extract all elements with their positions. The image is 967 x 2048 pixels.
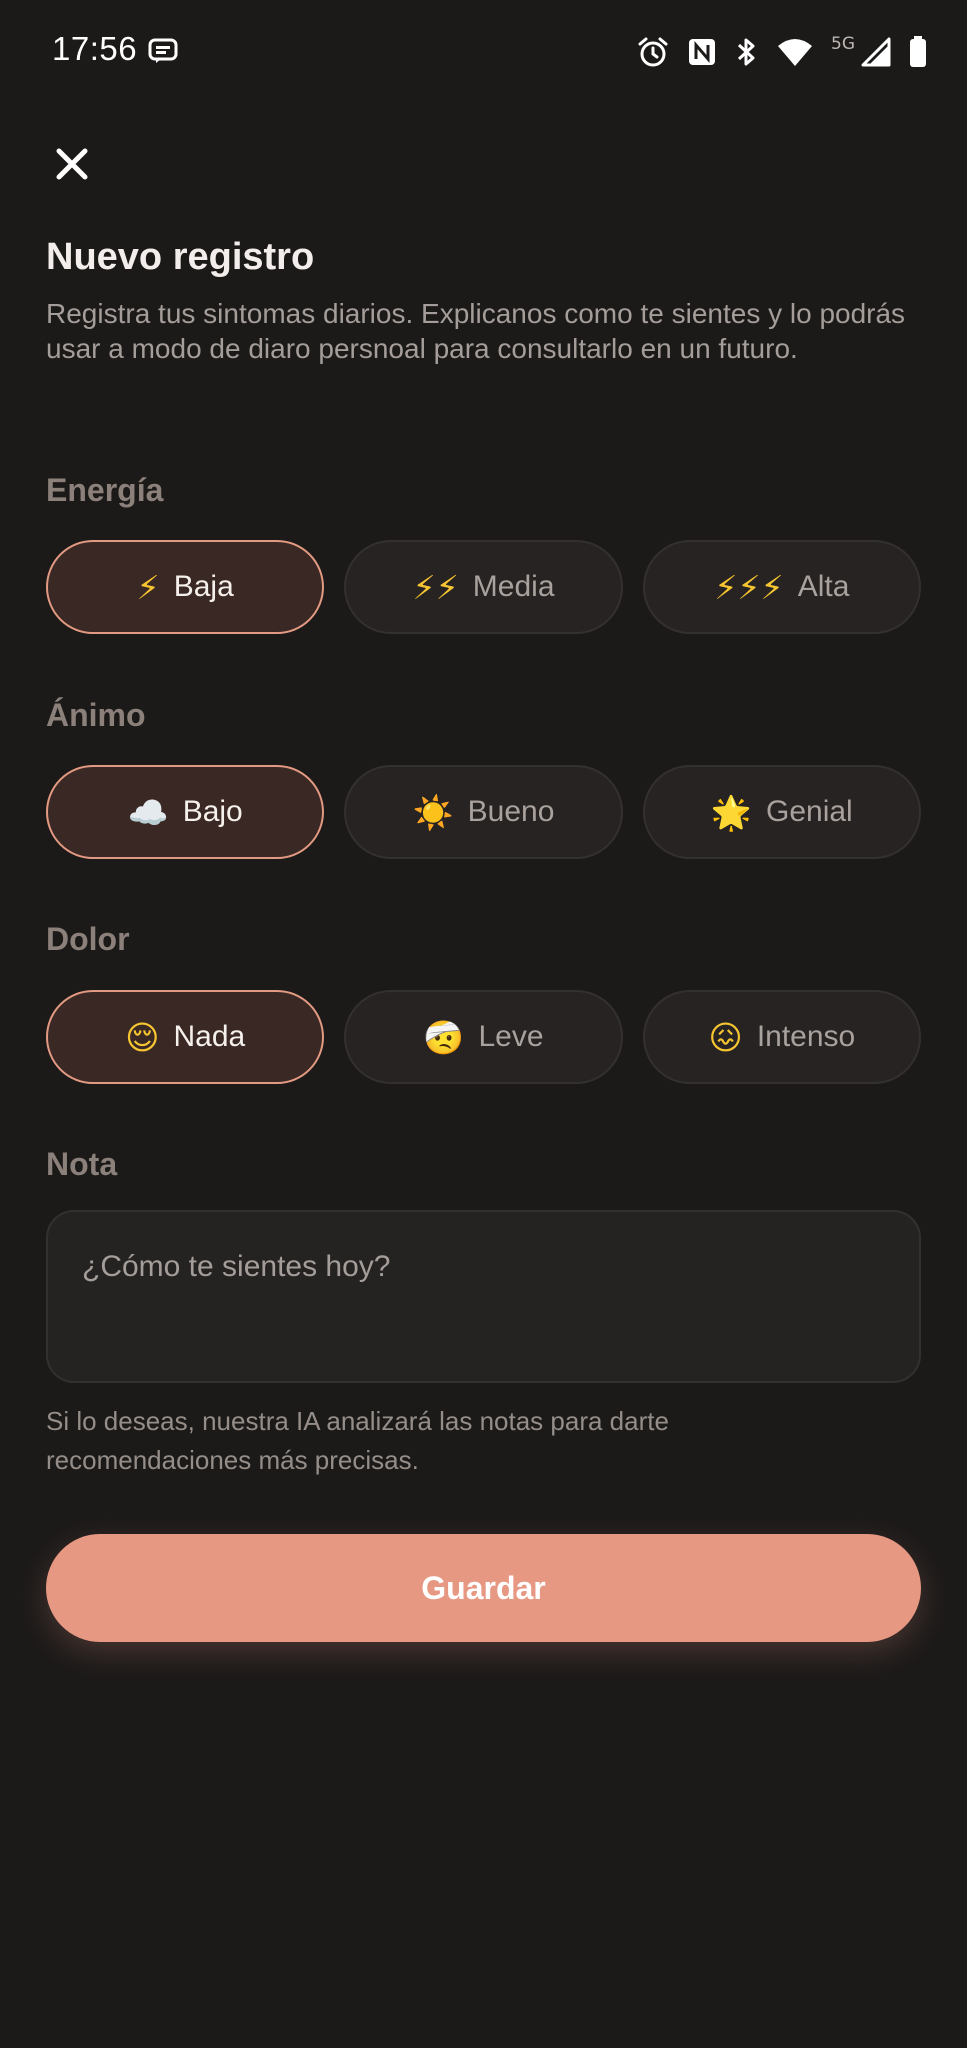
network-type-label: 5G — [831, 34, 855, 54]
energy-options: ⚡ Baja ⚡⚡ Media ⚡⚡⚡ Alta — [46, 540, 921, 634]
option-label: Bajo — [182, 795, 243, 828]
option-label: Intenso — [756, 1020, 856, 1053]
nfc-icon — [689, 39, 715, 65]
option-label: Leve — [478, 1020, 544, 1053]
save-button-label: Guardar — [421, 1569, 546, 1606]
mood-options: ☁️ Bajo ☀️ Bueno 🌟 Genial — [46, 765, 921, 859]
option-label: Bueno — [467, 795, 555, 828]
energy-label: Energía — [46, 472, 164, 508]
note-label: Nota — [46, 1146, 118, 1182]
status-icons: 5G — [637, 32, 927, 72]
status-time: 17:56 — [52, 30, 138, 67]
mood-option-low[interactable]: ☁️ Bajo — [46, 765, 325, 859]
lightning-triple-icon: ⚡⚡⚡ — [714, 567, 784, 607]
note-helper-text: Si lo deseas, nuestra IA analizará las n… — [46, 1406, 669, 1475]
pain-option-none[interactable]: 😌 Nada — [46, 990, 325, 1084]
option-label: Genial — [766, 795, 853, 828]
lightning-icon: ⚡ — [136, 567, 160, 607]
sun-icon: ☀️ — [412, 792, 454, 832]
lightning-double-icon: ⚡⚡ — [412, 567, 459, 607]
note-input[interactable] — [82, 1250, 885, 1343]
relieved-face-icon: 😌 — [125, 1017, 160, 1057]
bluetooth-icon — [737, 38, 755, 66]
energy-option-low[interactable]: ⚡ Baja — [46, 540, 325, 634]
pain-label: Dolor — [46, 921, 130, 957]
signal-icon — [861, 37, 891, 67]
battery-icon — [910, 36, 926, 67]
energy-option-medium[interactable]: ⚡⚡ Media — [344, 540, 623, 634]
pain-option-mild[interactable]: 🤕 Leve — [344, 990, 623, 1084]
mood-label: Ánimo — [46, 697, 146, 733]
alarm-icon — [638, 37, 668, 67]
cloud-icon: ☁️ — [127, 792, 169, 832]
pain-options: 😌 Nada 🤕 Leve 😖 Intenso — [46, 990, 921, 1084]
confounded-face-icon: 😖 — [708, 1017, 743, 1057]
page-subtitle: Registra tus sintomas diarios. Explicano… — [46, 298, 906, 364]
energy-option-high[interactable]: ⚡⚡⚡ Alta — [642, 540, 921, 634]
mood-option-good[interactable]: ☀️ Bueno — [344, 765, 623, 859]
status-bar: 17:56 5G — [0, 0, 967, 104]
pain-option-intense[interactable]: 😖 Intenso — [642, 990, 921, 1084]
option-label: Media — [472, 570, 555, 603]
close-icon — [56, 148, 88, 180]
option-label: Alta — [797, 570, 850, 603]
option-label: Nada — [173, 1020, 246, 1053]
bandaged-face-icon: 🤕 — [423, 1017, 465, 1057]
save-button[interactable]: Guardar — [46, 1534, 921, 1642]
page-title: Nuevo registro — [46, 236, 315, 278]
new-entry-screen: 17:56 5G Nuevo registro Registra tus sin… — [0, 0, 967, 2048]
wifi-icon — [778, 39, 812, 66]
note-field[interactable] — [46, 1210, 921, 1383]
close-button[interactable] — [50, 142, 94, 186]
star-icon: 🌟 — [710, 792, 752, 832]
option-label: Baja — [173, 570, 234, 603]
mood-option-great[interactable]: 🌟 Genial — [642, 765, 921, 859]
message-icon — [148, 38, 178, 63]
